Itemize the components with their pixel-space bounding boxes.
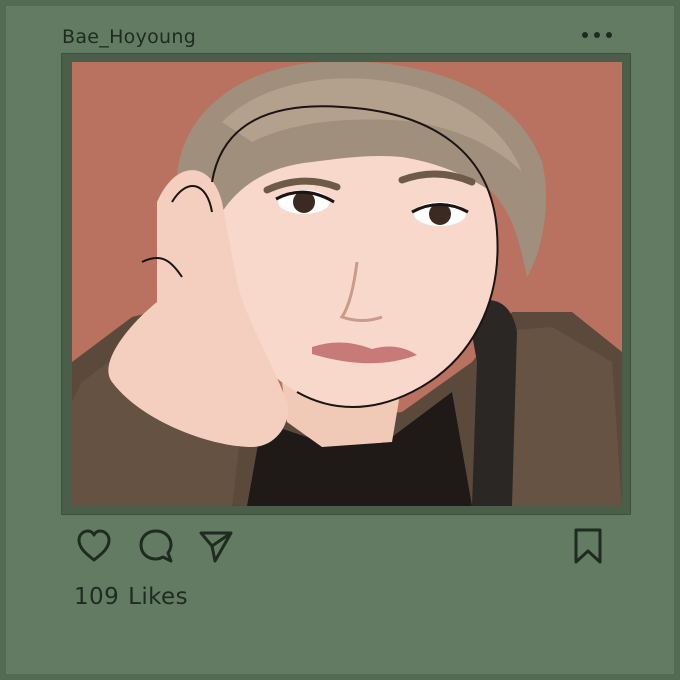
post-card: Bae_Hoyoung 109 Likes — [0, 0, 680, 680]
heart-icon[interactable] — [74, 526, 114, 566]
likes-count: 109 — [74, 584, 120, 610]
more-dots-icon[interactable] — [582, 28, 612, 42]
username[interactable]: Bae_Hoyoung — [62, 26, 196, 48]
comment-bubble-icon[interactable] — [136, 526, 176, 566]
likes-text[interactable]: 109 Likes — [74, 584, 188, 610]
post-header: Bae_Hoyoung — [62, 24, 622, 54]
post-image[interactable] — [72, 62, 622, 506]
photo-frame — [61, 53, 631, 515]
illustration — [72, 62, 622, 506]
likes-label: Likes — [128, 584, 188, 610]
action-bar — [74, 526, 618, 566]
bookmark-icon[interactable] — [568, 526, 608, 566]
paper-plane-icon[interactable] — [196, 526, 236, 566]
